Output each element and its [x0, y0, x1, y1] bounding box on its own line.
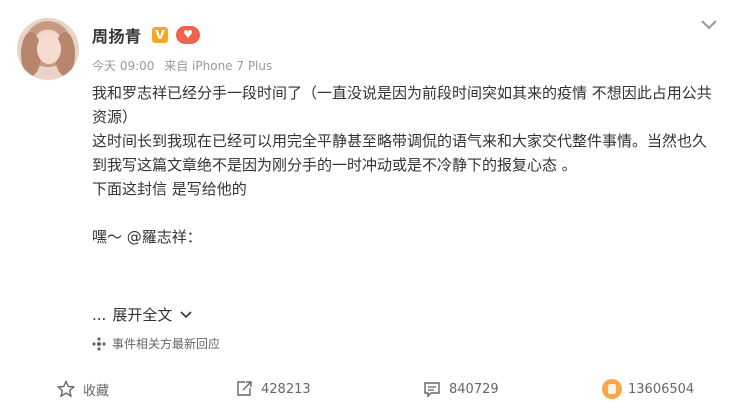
post-line-3: 下面这封信 是写给他的	[92, 180, 247, 198]
post-content: 我和罗志祥已经分手一段时间了（一直没说是因为前段时间突如其来的疫情 不想因此占用…	[92, 81, 717, 249]
avatar[interactable]	[17, 18, 79, 80]
greeting-prefix: 嘿～	[92, 228, 127, 246]
action-bar: 收藏 428213 840729 13606504	[0, 372, 733, 406]
topic-label[interactable]: 事件相关方最新回应	[112, 335, 220, 352]
avatar-face	[37, 34, 61, 64]
comment-icon	[424, 382, 440, 398]
chevron-down-icon[interactable]	[700, 18, 718, 32]
expand-full-text[interactable]: ... 展开全文	[92, 304, 192, 325]
mention-link[interactable]: @羅志祥	[127, 228, 187, 246]
like-icon	[602, 379, 622, 399]
comment-button[interactable]: 840729	[423, 372, 499, 406]
chevron-down-icon	[180, 310, 192, 318]
level-badge-icon: ♥	[176, 26, 200, 44]
post-source: 来自 iPhone 7 Plus	[164, 59, 273, 73]
related-topic[interactable]: 事件相关方最新回应	[92, 335, 220, 352]
favorite-button[interactable]: 收藏	[57, 372, 109, 406]
ellipsis: ...	[92, 305, 107, 324]
user-name[interactable]: 周扬青	[92, 23, 142, 47]
post-meta: 今天 09:00 来自 iPhone 7 Plus	[92, 57, 272, 74]
star-icon	[57, 380, 75, 398]
favorite-label: 收藏	[83, 383, 110, 399]
post-line-1: 我和罗志祥已经分手一段时间了（一直没说是因为前段时间突如其来的疫情 不想因此占用…	[92, 84, 712, 126]
like-button[interactable]: 13606504	[602, 372, 694, 406]
post-time[interactable]: 今天 09:00	[92, 59, 154, 73]
verified-badge-icon: V	[152, 27, 168, 43]
post-line-2: 这时间长到我现在已经可以用完全平静甚至略带调侃的语气来和大家交代整件事情。当然也…	[92, 132, 708, 174]
greeting-line: 嘿～ @羅志祥：	[92, 225, 717, 249]
topic-icon	[92, 336, 106, 351]
repost-count: 428213	[261, 381, 311, 397]
expand-label[interactable]: 展开全文	[112, 304, 172, 325]
like-count: 13606504	[628, 381, 695, 397]
repost-icon	[237, 381, 252, 396]
repost-button[interactable]: 428213	[235, 372, 311, 406]
comment-count: 840729	[449, 381, 499, 397]
greeting-suffix: ：	[186, 228, 202, 246]
weibo-post: 周扬青 V ♥ 今天 09:00 来自 iPhone 7 Plus 我和罗志祥已…	[0, 0, 733, 410]
